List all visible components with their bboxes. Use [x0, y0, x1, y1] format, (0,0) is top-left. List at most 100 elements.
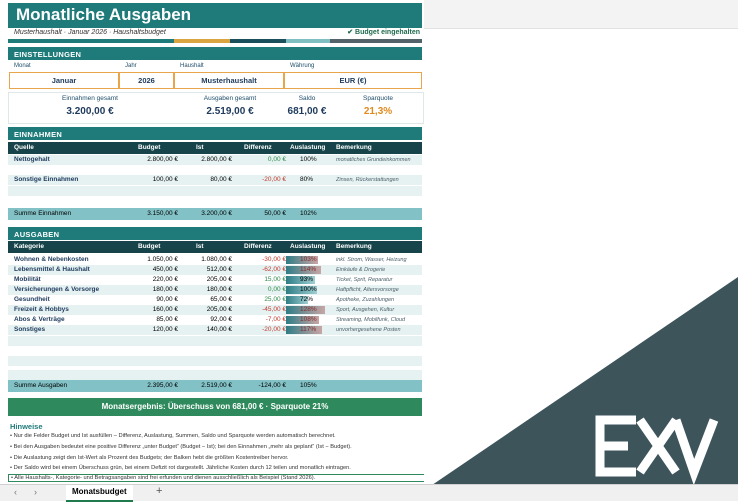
- col-header: Auslastung: [290, 144, 326, 151]
- color-strip: [286, 39, 330, 43]
- tab-monatsbudget[interactable]: Monatsbudget: [66, 485, 133, 502]
- col-header: Kategorie: [14, 243, 44, 250]
- result-text: Monatsergebnis: Überschuss von 681,00 € …: [101, 402, 329, 411]
- label-household: Haushalt: [180, 63, 204, 69]
- add-sheet-button[interactable]: +: [156, 485, 162, 497]
- expenses-table-header: Kategorie Budget Ist Differenz Auslastun…: [8, 241, 422, 253]
- table-row: Mobilität 220,00 € 205,00 € 15,00 € 93% Ticke…: [8, 275, 422, 285]
- row-diff: -20,00 €: [262, 326, 286, 333]
- table-row: Freizeit & Hobbys 160,00 € 205,00 € -45,00 …: [8, 305, 422, 315]
- currency-field[interactable]: EUR (€): [284, 72, 422, 89]
- col-header: Bemerkung: [336, 243, 372, 250]
- income-table-header: Quelle Budget Ist Differenz Auslastung B…: [8, 142, 422, 154]
- col-header: Differenz: [244, 144, 272, 151]
- row-name: Wohnen & Nebenkosten: [14, 256, 89, 263]
- row-note: Sport, Ausgehen, Kultur: [336, 307, 395, 313]
- row-budget: 120,00 €: [152, 326, 178, 333]
- row-budget: 1.050,00 €: [147, 256, 178, 263]
- title-bar: Monatliche Ausgaben: [8, 3, 422, 28]
- col-header: Auslastung: [290, 243, 326, 250]
- row-name: Versicherungen & Vorsorge: [14, 286, 100, 293]
- table-row: [8, 336, 422, 346]
- row-budget: 85,00 €: [156, 316, 178, 323]
- row-util: 100%: [300, 156, 317, 163]
- household-field[interactable]: Musterhaushalt: [174, 72, 284, 89]
- settings-title: EINSTELLUNGEN: [14, 50, 82, 59]
- prev-sheet-icon[interactable]: ‹: [14, 487, 17, 497]
- row-note: Apotheke, Zuzahlungen: [336, 297, 395, 303]
- table-row: [8, 165, 422, 175]
- col-header: Ist: [196, 144, 204, 151]
- hints-title: Hinweise: [10, 422, 43, 431]
- row-diff: 25,00 €: [264, 296, 286, 303]
- row-note: unvorhergesehene Posten: [336, 327, 401, 333]
- row-note: inkl. Strom, Wasser, Heizung: [336, 257, 407, 263]
- page-title: Monatliche Ausgaben: [16, 5, 192, 24]
- result-banner: Monatsergebnis: Überschuss von 681,00 € …: [8, 398, 422, 416]
- summary-value-savings: 21,3%: [363, 106, 393, 117]
- row-name: Mobilität: [14, 276, 41, 283]
- sheet-tab-bar: ‹ › Monatsbudget +: [0, 484, 738, 502]
- row-note: Haftpflicht, Altersvorsorge: [336, 287, 399, 293]
- row-note: Ticket, Sprit, Reparatur: [336, 277, 393, 283]
- expenses-total-row: Summe Ausgaben 2.395,00 € 2.519,00 € -12…: [8, 380, 422, 392]
- year-field[interactable]: 2026: [119, 72, 174, 89]
- row-ist: 2.800,00 €: [201, 156, 232, 163]
- row-diff: -7,00 €: [265, 316, 286, 323]
- row-util: 108%: [300, 316, 317, 323]
- table-row: Versicherungen & Vorsorge 180,00 € 180,00 …: [8, 285, 422, 295]
- subtitle: Musterhaushalt · Januar 2026 · Haushalts…: [14, 29, 166, 36]
- row-diff: -45,00 €: [262, 306, 286, 313]
- row-ist: 180,00 €: [206, 286, 232, 293]
- row-ist: 80,00 €: [210, 176, 232, 183]
- row-name: Sonstiges: [14, 326, 46, 333]
- col-header: Ist: [196, 243, 204, 250]
- table-row: Sonstige Einnahmen 100,00 € 80,00 € -20,00 …: [8, 175, 422, 185]
- table-row: Gesundheit 90,00 € 65,00 € 25,00 € 72% Apothe…: [8, 295, 422, 305]
- label-month: Monat: [14, 63, 31, 69]
- row-budget: 100,00 €: [152, 176, 178, 183]
- row-util: 103%: [300, 256, 317, 263]
- total-budget: 3.150,00 €: [147, 210, 178, 217]
- next-sheet-icon[interactable]: ›: [34, 487, 37, 497]
- col-header: Quelle: [14, 144, 34, 151]
- color-strip: [174, 39, 230, 43]
- row-util: 100%: [300, 286, 317, 293]
- row-budget: 90,00 €: [156, 296, 178, 303]
- expenses-title: AUSGABEN: [14, 230, 60, 239]
- table-row: Abos & Verträge 85,00 € 92,00 € -7,00 € 108%…: [8, 315, 422, 325]
- color-strip: [330, 39, 422, 43]
- summary-value-expenses: 2.519,00 €: [206, 106, 254, 117]
- status-badge: ✔ Budget eingehalten: [347, 29, 420, 36]
- row-ist: 205,00 €: [206, 306, 232, 313]
- table-row: [8, 346, 422, 356]
- expenses-header: AUSGABEN: [8, 227, 422, 240]
- row-name: Gesundheit: [14, 296, 50, 303]
- row-budget: 220,00 €: [152, 276, 178, 283]
- row-util: 128%: [300, 306, 317, 313]
- settings-header: EINSTELLUNGEN: [8, 47, 422, 60]
- row-diff: -20,00 €: [262, 176, 286, 183]
- row-util: 117%: [300, 326, 317, 333]
- row-ist: 205,00 €: [206, 276, 232, 283]
- hint-item: • Die Auslastung zeigt den Ist-Wert als …: [10, 455, 289, 461]
- subtitle-line: Musterhaushalt · Januar 2026 · Haushalts…: [8, 28, 422, 39]
- label-currency: Währung: [290, 63, 315, 69]
- row-note: Zinsen, Rückerstattungen: [336, 177, 399, 183]
- hint-item: • Alle Haushalts-, Kategorie- und Betrag…: [8, 474, 424, 482]
- row-budget: 180,00 €: [152, 286, 178, 293]
- income-header: EINNAHMEN: [8, 127, 422, 140]
- row-ist: 92,00 €: [210, 316, 232, 323]
- table-row: Lebensmittel & Haushalt 450,00 € 512,00 € -…: [8, 265, 422, 275]
- hint-item: • Der Saldo wird bei einem Überschuss gr…: [10, 465, 351, 471]
- income-title: EINNAHMEN: [14, 130, 63, 139]
- month-field[interactable]: Januar: [9, 72, 119, 89]
- row-note: monatliches Grundeinkommen: [336, 157, 411, 163]
- row-diff: -62,00 €: [262, 266, 286, 273]
- total-util: 102%: [300, 210, 317, 217]
- row-ist: 140,00 €: [206, 326, 232, 333]
- color-strip: [8, 39, 174, 43]
- row-diff: 0,00 €: [267, 156, 286, 163]
- row-budget: 2.800,00 €: [147, 156, 178, 163]
- total-diff: -124,00 €: [258, 382, 286, 389]
